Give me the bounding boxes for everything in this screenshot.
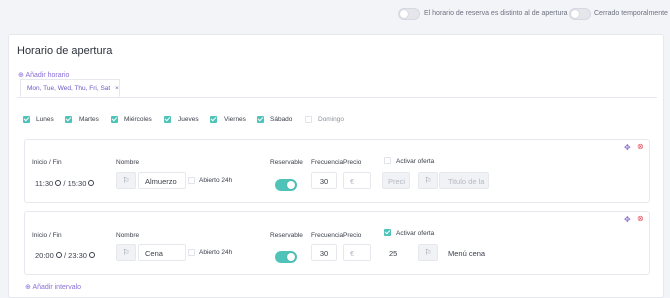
name-label: Nombre [116, 232, 140, 239]
offer-price-input[interactable]: Preci [382, 172, 410, 189]
day-checkbox-miercoles[interactable] [111, 116, 118, 123]
plus-circle-icon: ⊕ [18, 72, 24, 79]
reservable-toggle[interactable] [275, 179, 297, 191]
move-icon[interactable]: ✥ [624, 144, 631, 152]
time-range: 20:00 / 23:30 [35, 251, 96, 260]
end-time-input[interactable]: 15:30 [68, 179, 87, 188]
clock-icon[interactable] [88, 180, 95, 187]
day-label: Jueves [178, 116, 199, 123]
add-schedule-link[interactable]: ⊕ Añadir horario [18, 71, 69, 79]
open24-label: Abierto 24h [199, 249, 233, 256]
reservable-label: Reservable [270, 159, 303, 166]
price-input[interactable]: € [343, 172, 371, 189]
top-bar: El horario de reserva es distinto al de … [0, 0, 670, 28]
flag-icon[interactable]: ⚐ [418, 244, 438, 261]
plus-circle-icon: ⊕ [25, 284, 31, 291]
day-label: Lunes [36, 116, 54, 123]
day-checkbox-sabado[interactable] [257, 116, 264, 123]
name-input[interactable]: Cena [138, 244, 186, 261]
day-label: Domingo [318, 116, 345, 123]
delete-circle-icon[interactable]: ⊗ [637, 143, 644, 151]
clock-icon[interactable] [89, 252, 96, 259]
frequency-label: Frecuencia [311, 159, 344, 166]
delete-circle-icon[interactable]: ⊗ [637, 215, 644, 223]
flag-icon[interactable]: ⚐ [116, 244, 136, 261]
day-checkbox-martes[interactable] [65, 116, 72, 123]
day-checkbox-jueves[interactable] [164, 116, 171, 123]
day-checkbox-lunes[interactable] [23, 116, 30, 123]
temporarily-closed-toggle[interactable] [569, 8, 591, 20]
activate-offer-label: Activar oferta [396, 230, 435, 237]
open24-checkbox[interactable] [188, 177, 195, 184]
interval-block: ✥ ⊗ Inicio / Fin 20:00 / 23:30 Nombre ⚐ … [24, 211, 650, 275]
day-checkbox-viernes[interactable] [210, 116, 217, 123]
open24-label: Abierto 24h [199, 177, 233, 184]
reservation-hours-toggle[interactable] [398, 8, 420, 20]
reservation-hours-label: El horario de reserva es distinto al de … [424, 10, 568, 17]
frequency-label: Frecuencia [311, 232, 344, 239]
day-label: Sábado [270, 116, 293, 123]
section-title: Horario de apertura [17, 45, 113, 57]
price-input[interactable]: € [343, 244, 371, 261]
name-input[interactable]: Almuerzo [138, 172, 186, 189]
flag-icon[interactable]: ⚐ [418, 172, 438, 189]
close-icon[interactable]: × [115, 85, 119, 92]
day-label: Martes [79, 116, 99, 123]
day-checkbox-domingo[interactable] [305, 116, 312, 123]
frequency-input[interactable]: 30 [311, 172, 337, 189]
tab-divider [17, 97, 657, 98]
price-label: Precio [343, 159, 362, 166]
frequency-input[interactable]: 30 [311, 244, 337, 261]
day-label: Viernes [224, 116, 246, 123]
time-range: 11:30 / 15:30 [35, 179, 95, 188]
activate-offer-checkbox[interactable] [384, 157, 391, 164]
price-label: Precio [343, 232, 362, 239]
start-time-input[interactable]: 11:30 [35, 179, 53, 188]
start-end-label: Inicio / Fin [32, 159, 62, 166]
activate-offer-checkbox[interactable] [384, 229, 391, 236]
add-interval-link[interactable]: ⊕ Añadir intervalo [25, 283, 81, 291]
move-icon[interactable]: ✥ [624, 216, 631, 224]
reservable-label: Reservable [270, 232, 303, 239]
temporarily-closed-label: Cerrado temporalmente [594, 10, 668, 17]
name-label: Nombre [116, 159, 140, 166]
start-end-label: Inicio / Fin [32, 232, 62, 239]
offer-price-input[interactable]: 25 [382, 244, 410, 261]
offer-title-input[interactable]: Menú cena [439, 244, 489, 261]
clock-icon[interactable] [55, 180, 62, 187]
start-time-input[interactable]: 20:00 [35, 251, 54, 260]
clock-icon[interactable] [55, 252, 62, 259]
activate-offer-label: Activar oferta [396, 158, 435, 165]
opening-hours-card: Horario de apertura ⊕ Añadir horario Mon… [8, 34, 664, 298]
reservable-toggle[interactable] [275, 251, 297, 263]
flag-icon[interactable]: ⚐ [116, 172, 136, 189]
offer-title-input[interactable]: Titulo de la [439, 172, 489, 189]
day-label: Miércoles [124, 116, 152, 123]
end-time-input[interactable]: 23:30 [68, 251, 87, 260]
tab-weekdays[interactable]: Mon, Tue, Wed, Thu, Fri, Sat × [20, 79, 120, 97]
open24-checkbox[interactable] [188, 249, 195, 256]
interval-block: ✥ ⊗ Inicio / Fin 11:30 / 15:30 Nombre ⚐ … [24, 139, 650, 203]
